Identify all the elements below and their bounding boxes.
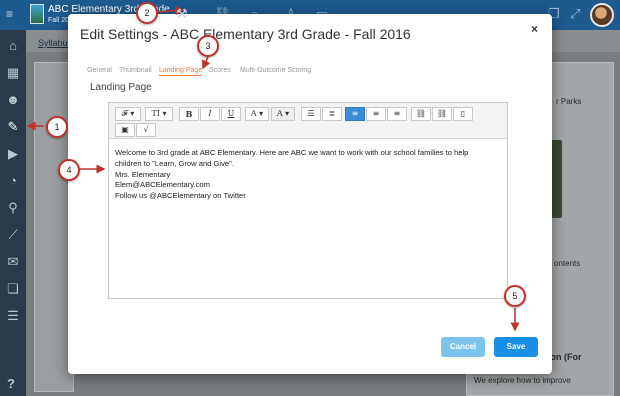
wrench-icon[interactable]: ⚒ bbox=[176, 7, 188, 21]
callout-1: 1 bbox=[46, 116, 68, 138]
callout-3: 3 bbox=[197, 35, 219, 57]
annotation-arrows bbox=[26, 6, 520, 332]
callout-5: 5 bbox=[504, 285, 526, 307]
callout-2: 2 bbox=[136, 2, 158, 24]
arrow-3 bbox=[202, 56, 211, 70]
callout-4: 4 bbox=[58, 159, 80, 181]
